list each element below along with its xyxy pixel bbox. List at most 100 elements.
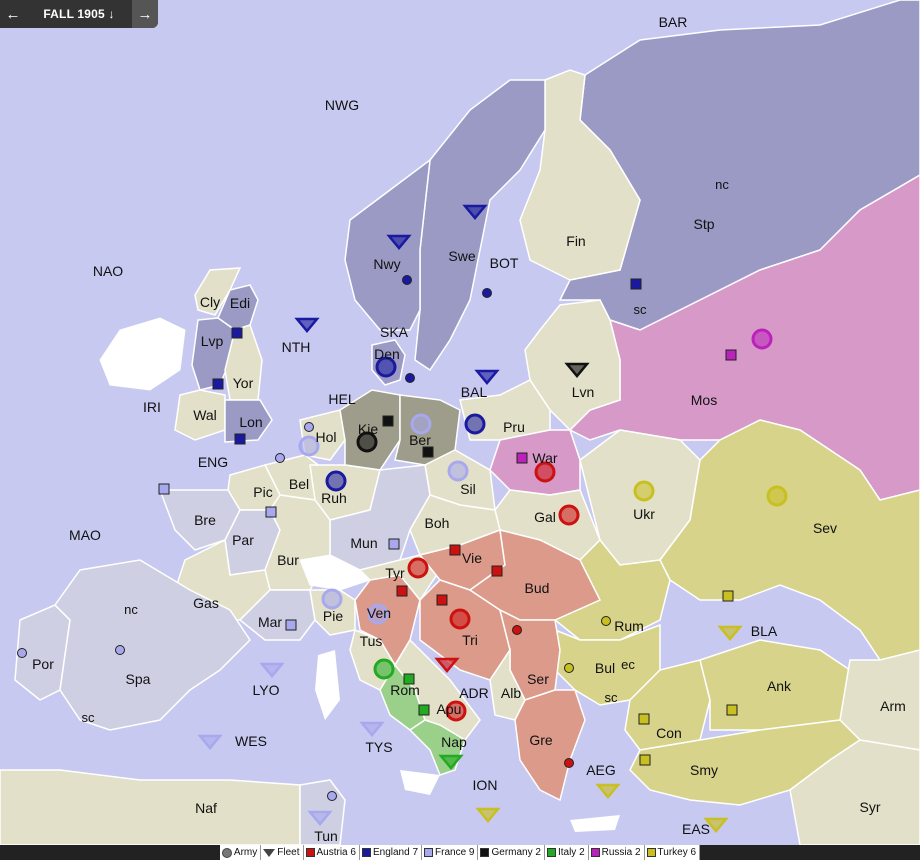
land-label-den-6: Den	[374, 346, 400, 362]
sea-label-nao: NAO	[93, 263, 123, 279]
sea-label-eas: EAS	[682, 821, 710, 837]
power-swatch-icon	[590, 848, 600, 857]
next-phase-button[interactable]: →	[132, 0, 158, 28]
land-label-lvp-11: Lvp	[201, 333, 224, 349]
legend-label: Austria 6	[316, 847, 356, 858]
sea-label-nwg: NWG	[325, 97, 359, 113]
land-label-por-53: Por	[32, 656, 54, 672]
land-label-bre-24: Bre	[194, 512, 216, 528]
territory-naf[interactable]	[0, 769, 301, 845]
legend-bar: Army Fleet Austria 6 England 7 France 9 Germa…	[0, 845, 920, 860]
supply-center-france	[265, 506, 277, 518]
supply-center-dot-france	[115, 645, 125, 655]
phase-navigator: ← FALL 1905 ↓ →	[0, 0, 158, 28]
land-label-tun-61: Tun	[314, 828, 338, 844]
land-label-ank-50: Ank	[767, 678, 792, 694]
sea-label-lyo: LYO	[253, 682, 280, 698]
legend-item: Army	[220, 845, 262, 860]
phase-label: FALL 1905	[43, 7, 105, 21]
previous-phase-button[interactable]: ←	[0, 0, 26, 28]
land-label-alb-48: Alb	[501, 685, 521, 701]
army-austria[interactable]	[407, 557, 429, 579]
legend-label: Germany 2	[491, 847, 541, 858]
supply-center-russia	[516, 452, 528, 464]
legend-item: Russia 2	[589, 845, 645, 860]
power-swatch-icon	[424, 848, 434, 857]
army-france[interactable]	[321, 588, 343, 610]
army-russia[interactable]	[751, 328, 773, 350]
land-label-spa-54: Spa	[126, 671, 151, 687]
land-label-pic-23: Pic	[253, 484, 272, 500]
sea-label-hel: HEL	[328, 391, 355, 407]
land-label-lvn-7: Lvn	[572, 384, 595, 400]
land-label-tri-40: Tri	[462, 632, 478, 648]
arrow-left-icon: ←	[5, 5, 21, 23]
legend-item: Italy 2	[545, 845, 589, 860]
supply-center-england	[234, 433, 246, 445]
land-label-wal-13: Wal	[193, 407, 217, 423]
sea-label-bal: BAL	[461, 384, 488, 400]
land-label-boh-28: Boh	[425, 515, 450, 531]
legend-label: Army	[233, 847, 258, 858]
power-swatch-icon	[305, 848, 315, 857]
legend-item: Turkey 6	[645, 845, 701, 860]
land-label-vie-33: Vie	[462, 550, 482, 566]
army-france[interactable]	[410, 413, 432, 435]
land-label-nwy-5: Nwy	[373, 256, 400, 272]
land-label-syr-59: Syr	[860, 799, 881, 815]
sea-label-eng: ENG	[198, 454, 228, 470]
land-label-bul-42: Bul	[595, 660, 615, 676]
supply-center-france	[285, 619, 297, 631]
supply-center-austria	[491, 565, 503, 577]
army-austria[interactable]	[449, 608, 471, 630]
land-label-tus-45: Tus	[360, 633, 383, 649]
land-label-hol-15: Hol	[315, 429, 336, 445]
land-label-gas-36: Gas	[193, 595, 219, 611]
supply-center-germany	[422, 446, 434, 458]
sea-label-ska: SKA	[380, 324, 409, 340]
land-label-war-19: War	[532, 450, 557, 466]
legend-label: Russia 2	[601, 847, 641, 858]
land-label-stp-1: Stp	[693, 216, 714, 232]
legend-item: Austria 6	[304, 845, 360, 860]
land-label-sc-2: sc	[634, 302, 648, 317]
diplomacy-map[interactable]: BAR NWG NAO NTH SKA HEL BAL BOT IRI ENG MAO LYO WES T…	[0, 0, 920, 845]
supply-center-turkey	[722, 590, 734, 602]
army-italy[interactable]	[373, 658, 395, 680]
land-label-naf-60: Naf	[195, 800, 217, 816]
army-turkey[interactable]	[633, 480, 655, 502]
phase-title[interactable]: FALL 1905 ↓	[26, 7, 132, 21]
land-label-nap-56: Nap	[441, 734, 467, 750]
land-label-ec-43: ec	[621, 657, 635, 672]
supply-center-england	[630, 278, 642, 290]
land-label-sev-31: Sev	[813, 520, 837, 536]
land-label-sil-22: Sil	[460, 481, 476, 497]
land-label-kie-16: Kie	[358, 421, 378, 437]
sea-label-wes: WES	[235, 733, 267, 749]
supply-center-france	[158, 483, 170, 495]
legend-item: Germany 2	[478, 845, 545, 860]
legend-item: England 7	[360, 845, 423, 860]
supply-center-dot-france	[327, 791, 337, 801]
power-swatch-icon	[361, 848, 371, 857]
land-label-pru-18: Pru	[503, 419, 525, 435]
land-label-ser-41: Ser	[527, 671, 549, 687]
land-label-mar-37: Mar	[258, 614, 282, 630]
supply-center-dot-austria	[564, 758, 574, 768]
army-england[interactable]	[325, 470, 347, 492]
army-england[interactable]	[464, 413, 486, 435]
land-label-ven-39: Ven	[367, 605, 391, 621]
arrow-right-icon: →	[137, 5, 153, 23]
supply-center-turkey	[726, 704, 738, 716]
supply-center-austria	[436, 594, 448, 606]
legend-items: Army Fleet Austria 6 England 7 France 9 Germa…	[219, 845, 701, 860]
army-france[interactable]	[447, 460, 469, 482]
army-turkey[interactable]	[766, 485, 788, 507]
supply-center-dot-england	[482, 288, 492, 298]
land-label-fin-3: Fin	[566, 233, 585, 249]
legend-label: England 7	[372, 847, 419, 858]
supply-center-dot-england	[405, 373, 415, 383]
army-austria[interactable]	[558, 504, 580, 526]
land-label-bel-20: Bel	[289, 476, 309, 492]
supply-center-russia	[725, 349, 737, 361]
